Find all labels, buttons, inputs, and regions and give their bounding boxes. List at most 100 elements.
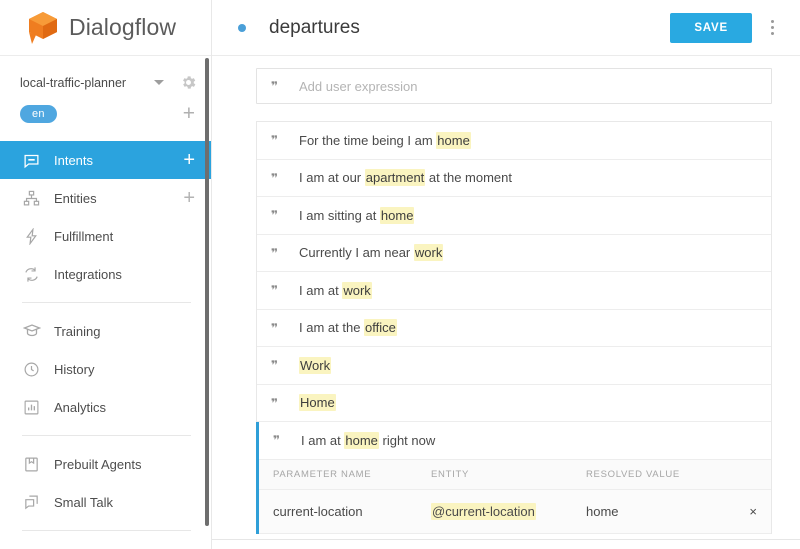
sidebar-item-label: Training [54, 323, 101, 339]
add-intent-icon[interactable]: + [183, 150, 195, 170]
column-entity: ENTITY [431, 468, 469, 480]
sidebar-item-intents[interactable]: Intents + [0, 141, 211, 179]
remove-parameter-button[interactable]: × [731, 504, 757, 519]
quote-icon: ❞ [271, 358, 279, 373]
add-user-expression-row[interactable]: ❞ Add user expression [256, 68, 772, 104]
selected-expression-block: ❞ I am at home right now PARAMETER NAME … [256, 422, 772, 534]
entity-highlight: home [379, 206, 415, 224]
book-icon [22, 455, 41, 474]
expression-text-run: Currently I am near [299, 245, 414, 261]
sidebar-item-label: Intents [54, 152, 94, 168]
sync-arrows-icon [22, 265, 41, 284]
column-resolved-value: RESOLVED VALUE [586, 468, 680, 480]
expression-text-run: right now [378, 432, 436, 448]
sidebar: Dialogflow local-traffic-planner en + In… [0, 0, 212, 549]
sidebar-item-small-talk[interactable]: Small Talk [0, 483, 211, 521]
sidebar-item-entities[interactable]: Entities + [0, 179, 211, 217]
parameter-name-value: current-location [273, 503, 363, 519]
project-name: local-traffic-planner [20, 75, 127, 90]
expression-row[interactable]: ❞ I am at our apartment at the moment [257, 160, 771, 197]
expression-text: I am at the office [299, 319, 397, 337]
expression-text: I am at work [299, 281, 372, 299]
expression-text-run: For the time being I am [299, 132, 437, 148]
expression-text-run: I am at the [299, 320, 365, 336]
bar-chart-icon [22, 398, 41, 417]
parameter-table-header: PARAMETER NAME ENTITY RESOLVED VALUE [259, 459, 771, 490]
gear-icon[interactable] [180, 74, 197, 91]
expression-list: ❞ For the time being I am home ❞ I am at ou… [256, 121, 772, 422]
expression-row[interactable]: ❞ I am sitting at home [257, 197, 771, 235]
entity-highlight: home [344, 431, 379, 449]
sidebar-scrollbar[interactable] [205, 58, 209, 526]
kebab-menu-icon[interactable] [758, 13, 786, 43]
column-parameter-name: PARAMETER NAME [273, 468, 372, 480]
quote-icon: ❞ [271, 283, 279, 298]
entity-highlight: office [364, 319, 397, 337]
add-language-icon[interactable]: + [183, 103, 195, 124]
graduation-cap-icon [22, 322, 41, 341]
quote-icon: ❞ [271, 395, 279, 410]
selected-expression-row[interactable]: ❞ I am at home right now [259, 422, 771, 460]
save-button[interactable]: SAVE [670, 12, 752, 43]
expression-text-run: at the moment [425, 170, 513, 186]
language-row: en + [0, 99, 211, 129]
quote-icon: ❞ [273, 433, 281, 448]
dialogflow-cube-icon [26, 10, 60, 46]
training-phrases-content: ❞ Add user expression ❞ For the time bein… [212, 56, 800, 549]
expression-row[interactable]: ❞ Currently I am near work [257, 235, 771, 272]
expression-text-run: I am at [299, 282, 343, 298]
expression-text-run: I am at [301, 432, 345, 448]
entity-highlight: Home [299, 394, 336, 412]
brand-header: Dialogflow [0, 0, 211, 56]
expression-text: Home [299, 394, 336, 412]
sidebar-item-label: Fulfillment [54, 228, 114, 244]
entity-highlight: home [436, 131, 471, 149]
expression-row[interactable]: ❞ Home [257, 385, 771, 422]
quote-icon: ❞ [271, 245, 279, 260]
sidebar-item-history[interactable]: History [0, 350, 211, 388]
sidebar-item-label: Analytics [54, 399, 107, 415]
language-chip[interactable]: en [20, 105, 57, 123]
sidebar-item-label: History [54, 361, 95, 377]
blue-dot-icon [238, 23, 246, 32]
sitemap-icon [22, 189, 41, 208]
sidebar-item-integrations[interactable]: Integrations [0, 255, 211, 293]
entity-highlight: work [342, 281, 372, 299]
dialogflow-console: Dialogflow local-traffic-planner en + In… [0, 0, 800, 549]
sidebar-nav: Intents + Entities + Fulfillment Integra… [0, 141, 211, 549]
clock-icon [22, 360, 41, 379]
expression-row[interactable]: ❞ I am at work [257, 272, 771, 310]
expression-text: I am at our apartment at the moment [299, 169, 513, 187]
sidebar-item-training[interactable]: Training [0, 312, 211, 350]
project-selector[interactable]: local-traffic-planner [0, 66, 211, 99]
sidebar-item-prebuilt-agents[interactable]: Prebuilt Agents [0, 445, 211, 483]
quote-icon: ❞ [271, 320, 279, 335]
main-panel: departures SAVE ❞ Add user expression ❞ F… [212, 0, 800, 549]
expression-row[interactable]: ❞ For the time being I am home [257, 122, 771, 160]
sidebar-item-label: Small Talk [54, 494, 114, 510]
add-entity-icon[interactable]: + [183, 188, 195, 208]
table-row: current-location @current-location home … [259, 489, 771, 534]
expression-text: Currently I am near work [299, 244, 444, 262]
sidebar-item-docs[interactable]: Docs [0, 540, 211, 549]
expression-text: I am at home right now [301, 431, 436, 449]
expression-row[interactable]: ❞ I am at the office [257, 310, 771, 347]
expression-text: For the time being I am home [299, 131, 471, 149]
entity-highlight: @current-location [431, 502, 536, 520]
sidebar-divider [22, 435, 191, 436]
sidebar-item-label: Prebuilt Agents [54, 456, 142, 472]
expression-text: I am sitting at home [299, 206, 415, 224]
bolt-icon [22, 227, 41, 246]
sidebar-divider [22, 530, 191, 531]
sidebar-item-fulfillment[interactable]: Fulfillment [0, 217, 211, 255]
chevron-down-icon[interactable] [154, 80, 164, 85]
brand-name: Dialogflow [69, 14, 177, 40]
entity-highlight: apartment [364, 169, 426, 187]
sidebar-item-label: Integrations [54, 266, 122, 282]
copy-bubbles-icon [22, 493, 41, 512]
expression-row[interactable]: ❞ Work [257, 347, 771, 385]
page-title: departures [269, 16, 360, 38]
expression-text-run: I am at our [299, 170, 365, 186]
sidebar-item-analytics[interactable]: Analytics [0, 388, 211, 426]
add-user-expression-input[interactable]: Add user expression [299, 79, 418, 94]
